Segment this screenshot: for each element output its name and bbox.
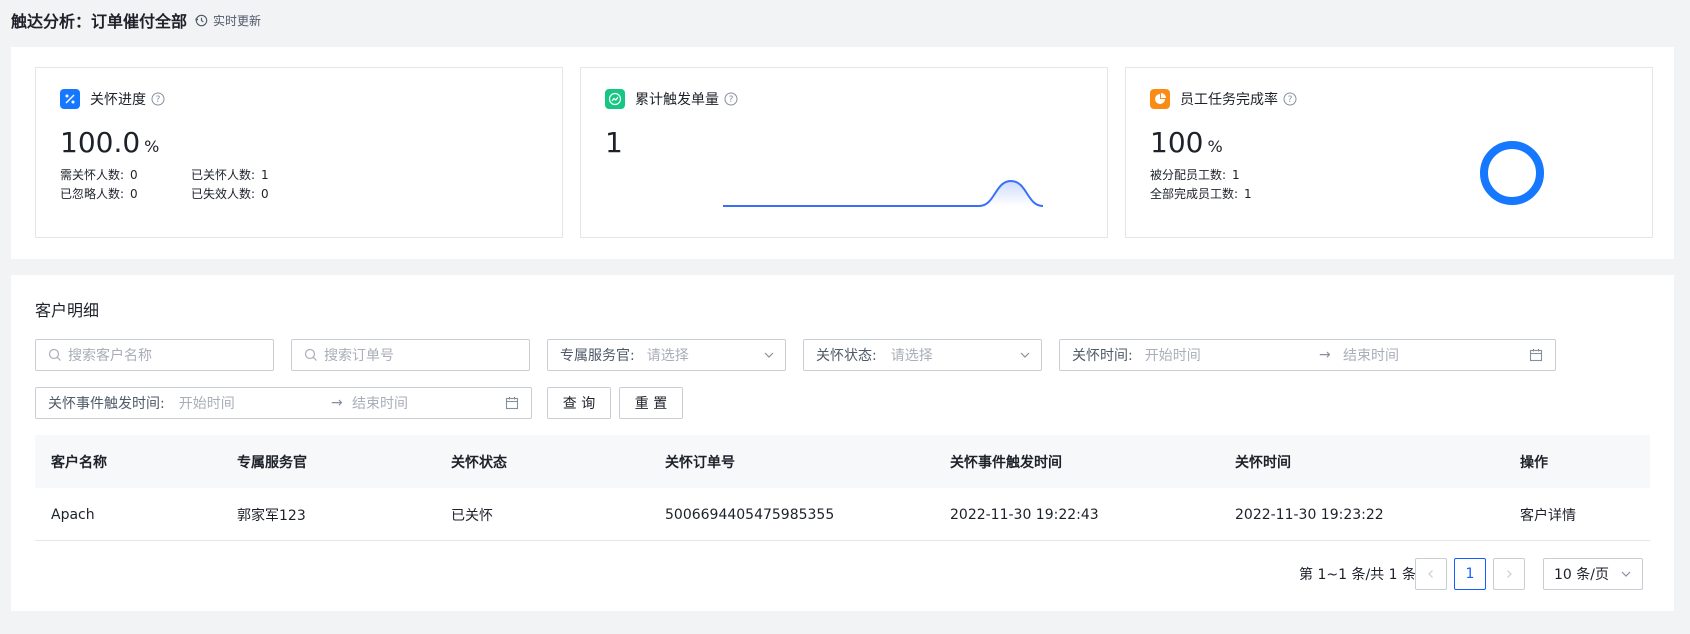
search-icon xyxy=(304,348,317,361)
trigger-time-start[interactable]: 开始时间 xyxy=(179,393,235,413)
service-officer-label: 专属服务官: xyxy=(560,348,635,364)
page-title: 触达分析：订单催付全部 xyxy=(11,12,188,31)
col-action: 操作 xyxy=(1520,454,1548,471)
customer-name-search[interactable]: 搜索客户名称 xyxy=(35,339,274,371)
calendar-icon xyxy=(1529,349,1543,362)
customer-table: 客户名称 专属服务官 关怀状态 关怀订单号 关怀事件触发时间 关怀时间 操作 A… xyxy=(35,435,1650,541)
chevron-down-icon xyxy=(1020,352,1030,358)
task-completion-card: 员工任务完成率 ? 100% 被分配员工数: 1 全部完成员工数: 1 xyxy=(1125,67,1653,238)
page-size-select[interactable]: 10 条/页 xyxy=(1543,558,1643,590)
task-completion-label: 员工任务完成率 xyxy=(1180,92,1278,108)
completed-staff-count: 全部完成员工数: 1 xyxy=(1150,187,1252,201)
care-time-label: 关怀时间: xyxy=(1072,348,1133,364)
chevron-left-icon xyxy=(1428,570,1433,578)
need-care-count: 需关怀人数: 0 xyxy=(60,168,138,182)
trigger-time-end[interactable]: 结束时间 xyxy=(352,393,408,413)
cell-order-no: 5006694405475985355 xyxy=(665,506,835,523)
customer-detail-panel: 客户明细 搜索客户名称 搜索订单号 专属服务官: 请选择 关怀状态: 请选择 关… xyxy=(11,275,1674,611)
order-no-search[interactable]: 搜索订单号 xyxy=(291,339,530,371)
task-completion-value: 100% xyxy=(1150,126,1223,159)
assigned-staff-count: 被分配员工数: 1 xyxy=(1150,168,1240,182)
pie-chart-icon xyxy=(1150,89,1170,109)
svg-text:?: ? xyxy=(156,95,161,105)
care-status-select[interactable]: 关怀状态: 请选择 xyxy=(803,339,1042,371)
prev-page-button[interactable] xyxy=(1415,558,1447,590)
care-status-placeholder: 请选择 xyxy=(890,348,933,364)
pagination-summary: 第 1~1 条/共 1 条 xyxy=(1299,567,1416,583)
page-size-label: 10 条/页 xyxy=(1554,567,1609,583)
care-status-label: 关怀状态: xyxy=(816,348,877,364)
cared-count: 已关怀人数: 1 xyxy=(191,168,269,182)
col-trigger-time: 关怀事件触发时间 xyxy=(950,454,1062,471)
expired-count: 已失效人数: 0 xyxy=(191,187,269,201)
cell-status: 已关怀 xyxy=(451,507,493,524)
service-officer-placeholder: 请选择 xyxy=(646,348,689,364)
task-completion-title: 员工任务完成率 ? xyxy=(1150,89,1297,109)
reset-button[interactable]: 重 置 xyxy=(619,387,683,419)
care-progress-label: 关怀进度 xyxy=(90,92,146,108)
help-icon[interactable]: ? xyxy=(1283,92,1297,106)
chevron-down-icon xyxy=(764,352,774,358)
arrow-right-icon: → xyxy=(1319,347,1331,363)
triggered-orders-sparkline xyxy=(723,179,1044,207)
cell-officer: 郭家军123 xyxy=(237,507,306,524)
customer-detail-link[interactable]: 客户详情 xyxy=(1520,488,1576,541)
care-progress-value: 100.0% xyxy=(60,126,160,159)
customer-name-placeholder: 搜索客户名称 xyxy=(68,348,152,364)
col-service-officer: 专属服务官 xyxy=(237,454,307,471)
col-care-time: 关怀时间 xyxy=(1235,454,1291,471)
stats-panel: 关怀进度 ? 100.0% 需关怀人数: 0 已关怀人数: 1 已忽略人数: 0 已失… xyxy=(11,47,1674,259)
cell-customer: Apach xyxy=(51,506,95,523)
care-time-start[interactable]: 开始时间 xyxy=(1145,345,1201,365)
page-button-1[interactable]: 1 xyxy=(1454,558,1486,590)
completion-ring xyxy=(1480,141,1544,205)
triggered-orders-card: 累计触发单量 ? 1 xyxy=(580,67,1108,238)
svg-text:?: ? xyxy=(1288,95,1293,105)
care-time-end[interactable]: 结束时间 xyxy=(1343,345,1399,365)
calendar-icon xyxy=(505,397,519,410)
percent-icon xyxy=(60,89,80,109)
trigger-time-label: 关怀事件触发时间: xyxy=(48,396,165,412)
completion-ring-progress xyxy=(1480,141,1544,205)
refresh-label: 实时更新 xyxy=(213,13,262,28)
order-no-placeholder: 搜索订单号 xyxy=(324,348,394,364)
table-header: 客户名称 专属服务官 关怀状态 关怀订单号 关怀事件触发时间 关怀时间 操作 xyxy=(35,435,1650,488)
care-progress-title: 关怀进度 ? xyxy=(60,89,165,109)
cell-care-time: 2022-11-30 19:23:22 xyxy=(1235,506,1384,523)
history-icon xyxy=(195,14,208,26)
query-button[interactable]: 查 询 xyxy=(547,387,611,419)
col-care-status: 关怀状态 xyxy=(451,454,507,471)
trigger-time-range-picker[interactable]: 关怀事件触发时间: 开始时间 → 结束时间 xyxy=(35,387,532,419)
service-officer-select[interactable]: 专属服务官: 请选择 xyxy=(547,339,786,371)
realtime-refresh[interactable]: 实时更新 xyxy=(195,12,261,29)
table-row: Apach 郭家军123 已关怀 5006694405475985355 202… xyxy=(35,488,1650,541)
help-icon[interactable]: ? xyxy=(151,92,165,106)
col-customer-name: 客户名称 xyxy=(51,454,107,471)
next-page-button[interactable] xyxy=(1493,558,1525,590)
chevron-down-icon xyxy=(1621,571,1631,577)
col-order-no: 关怀订单号 xyxy=(665,454,735,471)
chevron-right-icon xyxy=(1507,570,1512,578)
page-header: 触达分析：订单催付全部 实时更新 xyxy=(0,0,1690,40)
customer-detail-title: 客户明细 xyxy=(35,301,100,320)
care-time-range-picker[interactable]: 关怀时间: 开始时间 → 结束时间 xyxy=(1059,339,1556,371)
search-icon xyxy=(48,348,61,361)
care-progress-card: 关怀进度 ? 100.0% 需关怀人数: 0 已关怀人数: 1 已忽略人数: 0 已失… xyxy=(35,67,563,238)
ignored-count: 已忽略人数: 0 xyxy=(60,187,138,201)
cell-trigger-time: 2022-11-30 19:22:43 xyxy=(950,506,1099,523)
arrow-right-icon: → xyxy=(331,395,343,411)
